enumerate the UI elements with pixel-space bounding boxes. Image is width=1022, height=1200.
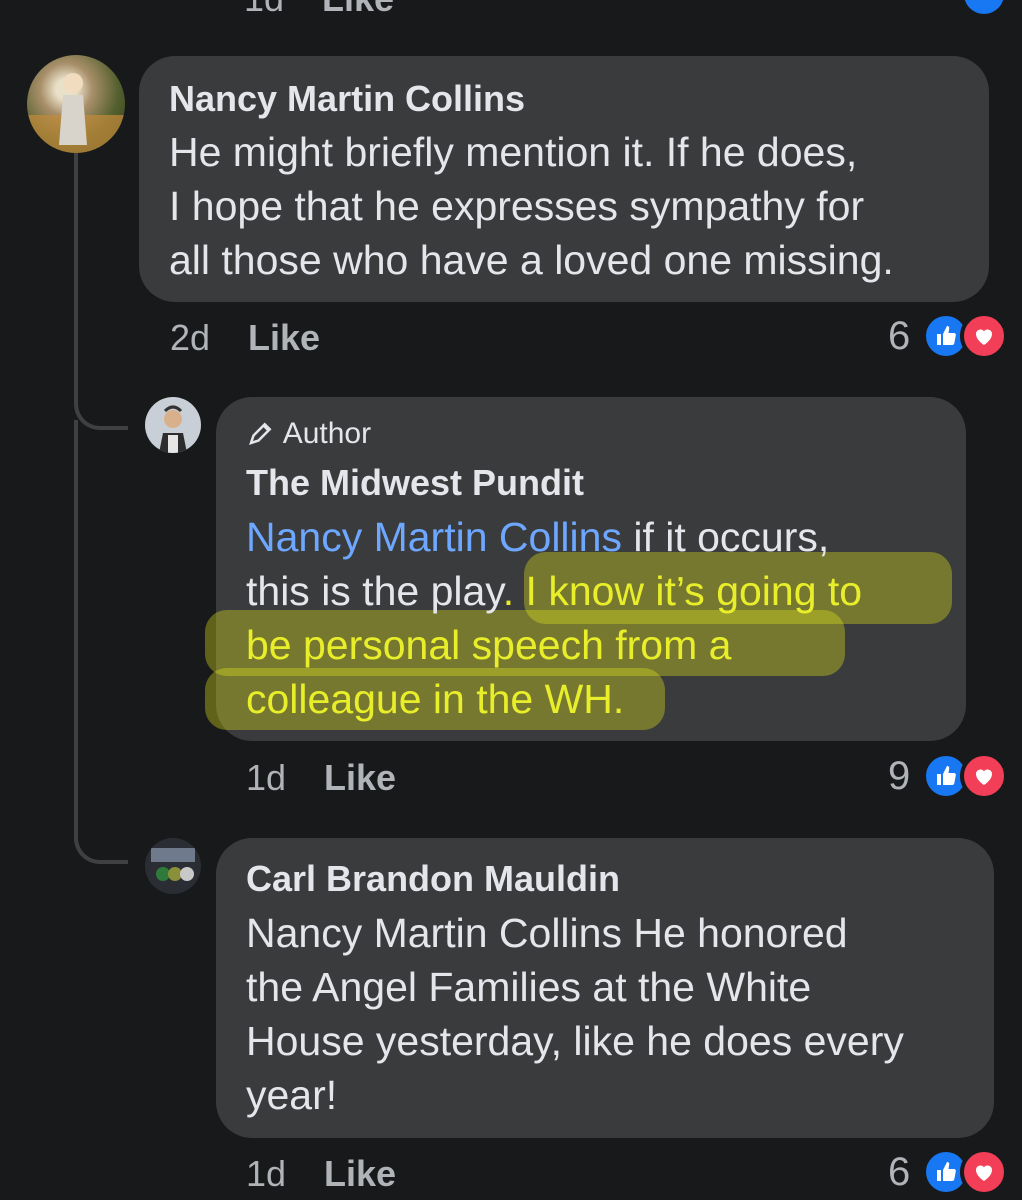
reaction-count[interactable]: 9 [888, 754, 910, 799]
avatar[interactable] [145, 838, 201, 894]
mention-link[interactable]: Nancy Martin Collins [246, 514, 622, 560]
reaction-count[interactable]: 6 [888, 314, 910, 359]
timestamp: 2d [170, 317, 211, 358]
comment-line: He might briefly mention it. If he does, [169, 129, 858, 175]
highlighted-text: be personal speech from a [246, 622, 732, 668]
author-badge-label: Author [282, 417, 372, 450]
thread-connector [74, 420, 128, 864]
comment-line: year! [246, 1072, 338, 1118]
avatar[interactable] [145, 397, 201, 453]
comment-line: all those who have a loved one missing. [169, 237, 894, 283]
avatar-photo [27, 73, 125, 153]
comment-line-text: if it occurs, [621, 514, 830, 560]
highlighted-text: . I know it’s going to [502, 568, 863, 614]
like-link[interactable]: Like [324, 757, 396, 798]
comment-meta: 2d Like [170, 317, 320, 359]
author-pen-icon [249, 422, 272, 445]
timestamp: 1d Like [244, 0, 394, 20]
comment-text: He might briefly mention it. If he does,… [169, 125, 894, 287]
comment-line: this is the play. I know it’s going to [246, 564, 862, 618]
comment-line: Nancy Martin Collins if it occurs, [246, 510, 862, 564]
timestamp: 1d [246, 1153, 287, 1194]
author-badge: Author [246, 417, 371, 451]
comment-text: Nancy Martin Collins if it occurs, this … [246, 510, 862, 726]
timestamp: 1d [246, 757, 287, 798]
comment-line-text: this is the play [246, 568, 503, 614]
timestamp-text: 1d [244, 0, 284, 19]
commenter-name[interactable]: The Midwest Pundit [246, 462, 584, 504]
highlighted-text: colleague in the WH. [246, 676, 625, 722]
avatar-photo [151, 848, 195, 881]
commenter-name[interactable]: Carl Brandon Mauldin [246, 858, 620, 900]
avatar-photo [159, 405, 187, 453]
love-reaction-icon[interactable] [960, 312, 1008, 360]
comment-meta: 1d Like [246, 1153, 396, 1195]
like-link[interactable]: Like [248, 317, 320, 358]
reaction-count[interactable]: 6 [888, 1150, 910, 1195]
love-reaction-icon[interactable] [960, 752, 1008, 800]
avatar[interactable] [27, 55, 125, 153]
comment-text: Nancy Martin Collins He honored the Ange… [246, 906, 904, 1122]
comment-line: Nancy Martin Collins He honored [246, 910, 848, 956]
commenter-name[interactable]: Nancy Martin Collins [169, 78, 525, 120]
thread-line [74, 150, 78, 400]
comment-line: I hope that he expresses sympathy for [169, 183, 865, 229]
like-link[interactable]: Like [324, 1153, 396, 1194]
comment-line: House yesterday, like he does every [246, 1018, 904, 1064]
comment-line: the Angel Families at the White [246, 964, 812, 1010]
like-link[interactable]: Like [322, 0, 394, 19]
like-reaction-icon [960, 0, 1008, 18]
love-reaction-icon[interactable] [960, 1148, 1008, 1196]
comment-meta: 1d Like [246, 757, 396, 799]
